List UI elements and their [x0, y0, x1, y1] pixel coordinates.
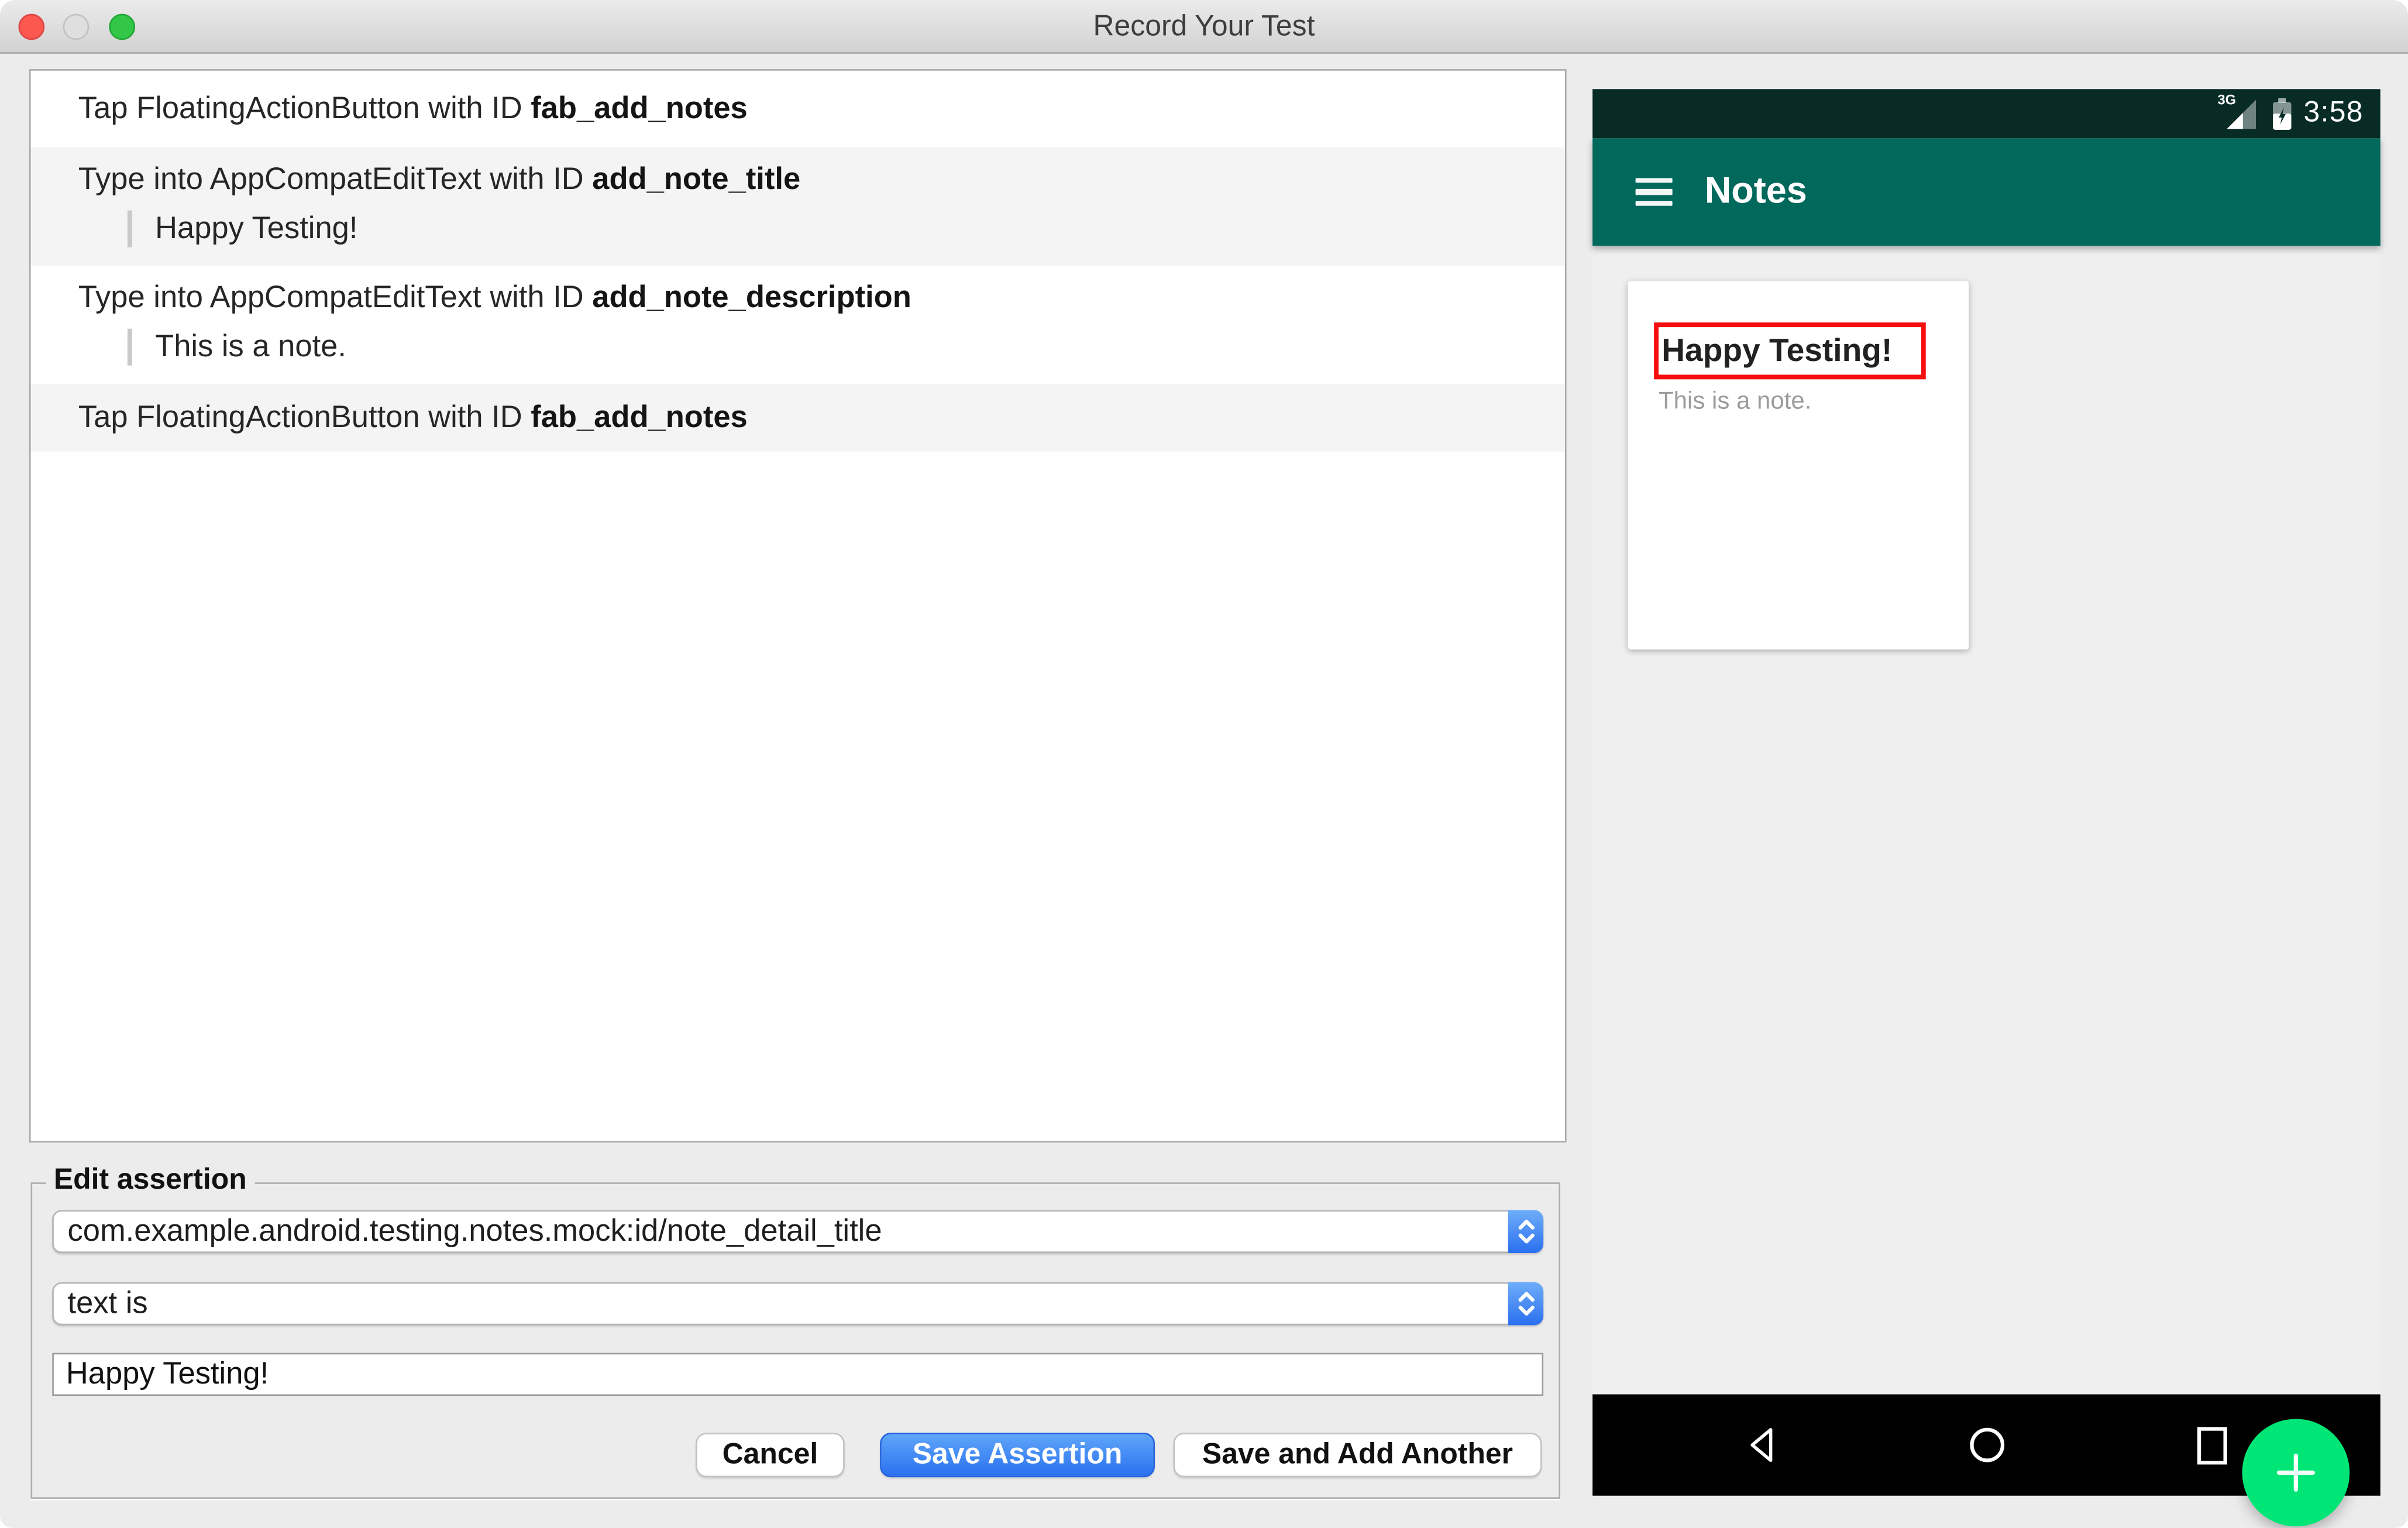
action-label: Tap FloatingActionButton with ID fab_add…	[78, 401, 748, 435]
back-icon[interactable]	[1740, 1425, 1780, 1465]
assertion-text-input[interactable]	[52, 1353, 1544, 1396]
action-label: Tap FloatingActionButton with ID fab_add…	[78, 92, 748, 126]
assertion-button-row: Cancel Save Assertion Save and Add Anoth…	[696, 1433, 1542, 1478]
up-down-stepper-icon	[1518, 1292, 1534, 1316]
action-target-id: fab_add_notes	[531, 92, 748, 126]
app-content: Happy Testing! This is a note.	[1592, 246, 2381, 1527]
typed-text: Happy Testing!	[155, 211, 358, 245]
recorded-action-row[interactable]: Tap FloatingActionButton with ID fab_add…	[31, 71, 1565, 147]
window-title: Record Your Test	[1093, 11, 1315, 43]
typed-text-indent-bar	[127, 328, 132, 366]
action-target-id: fab_add_notes	[531, 401, 748, 435]
note-description[interactable]: This is a note.	[1659, 388, 1811, 416]
assertion-condition-value: text is	[67, 1286, 148, 1320]
action-target-id: add_note_description	[592, 281, 911, 315]
save-assertion-button[interactable]: Save Assertion	[880, 1433, 1155, 1478]
record-your-test-window: Record Your Test Tap FloatingActionButto…	[0, 0, 2408, 1528]
action-label: Type into AppCompatEditText with ID add_…	[78, 163, 801, 197]
recents-icon[interactable]	[2192, 1425, 2232, 1465]
app-toolbar: Notes	[1592, 138, 2381, 246]
action-label: Type into AppCompatEditText with ID add_…	[78, 281, 911, 315]
combo-stepper[interactable]	[1508, 1210, 1544, 1253]
typed-text-line: This is a note.	[127, 327, 1565, 367]
assertion-highlight-box[interactable]: Happy Testing!	[1654, 322, 1926, 380]
typed-text: This is a note.	[155, 329, 346, 363]
cellular-signal-icon: 3G	[2218, 91, 2256, 129]
recorded-actions-list: Tap FloatingActionButton with ID fab_add…	[29, 69, 1567, 1142]
network-type-label: 3G	[2217, 91, 2237, 107]
device-status-bar: 3G 3:58	[1592, 89, 2381, 139]
note-title[interactable]: Happy Testing!	[1659, 332, 1892, 369]
recorded-action-row[interactable]: Type into AppCompatEditText with ID add_…	[31, 266, 1565, 384]
app-title: Notes	[1704, 170, 1807, 212]
up-down-stepper-icon	[1518, 1220, 1534, 1244]
window-titlebar[interactable]: Record Your Test	[0, 0, 2408, 54]
combo-stepper[interactable]	[1508, 1282, 1544, 1326]
fab-add-note-button[interactable]	[2242, 1419, 2350, 1527]
hamburger-menu-icon[interactable]	[1635, 177, 1673, 207]
plus-icon	[2276, 1453, 2315, 1492]
typed-text-indent-bar	[127, 210, 132, 247]
recorded-action-row[interactable]: Type into AppCompatEditText with ID add_…	[30, 147, 1565, 266]
assertion-element-value: com.example.android.testing.notes.mock:i…	[67, 1214, 882, 1248]
action-target-id: add_note_title	[592, 163, 801, 197]
battery-charging-icon	[2273, 97, 2292, 129]
note-card[interactable]: Happy Testing! This is a note.	[1628, 281, 1969, 650]
assertion-element-combobox[interactable]: com.example.android.testing.notes.mock:i…	[52, 1210, 1544, 1253]
home-icon[interactable]	[1966, 1425, 2006, 1465]
edit-assertion-panel: Edit assertion com.example.android.testi…	[30, 1164, 1560, 1499]
cancel-button[interactable]: Cancel	[696, 1433, 845, 1478]
typed-text-line: Happy Testing!	[127, 209, 1565, 249]
edit-assertion-legend: Edit assertion	[46, 1164, 254, 1198]
status-bar-clock: 3:58	[2303, 97, 2364, 129]
device-screenshot[interactable]: 3G 3:58 Notes Happy Testing! This is a n…	[1592, 89, 2381, 1527]
recorded-action-row[interactable]: Tap FloatingActionButton with ID fab_add…	[30, 384, 1565, 452]
assertion-condition-combobox[interactable]: text is	[52, 1282, 1544, 1326]
save-and-add-another-button[interactable]: Save and Add Another	[1173, 1433, 1542, 1478]
